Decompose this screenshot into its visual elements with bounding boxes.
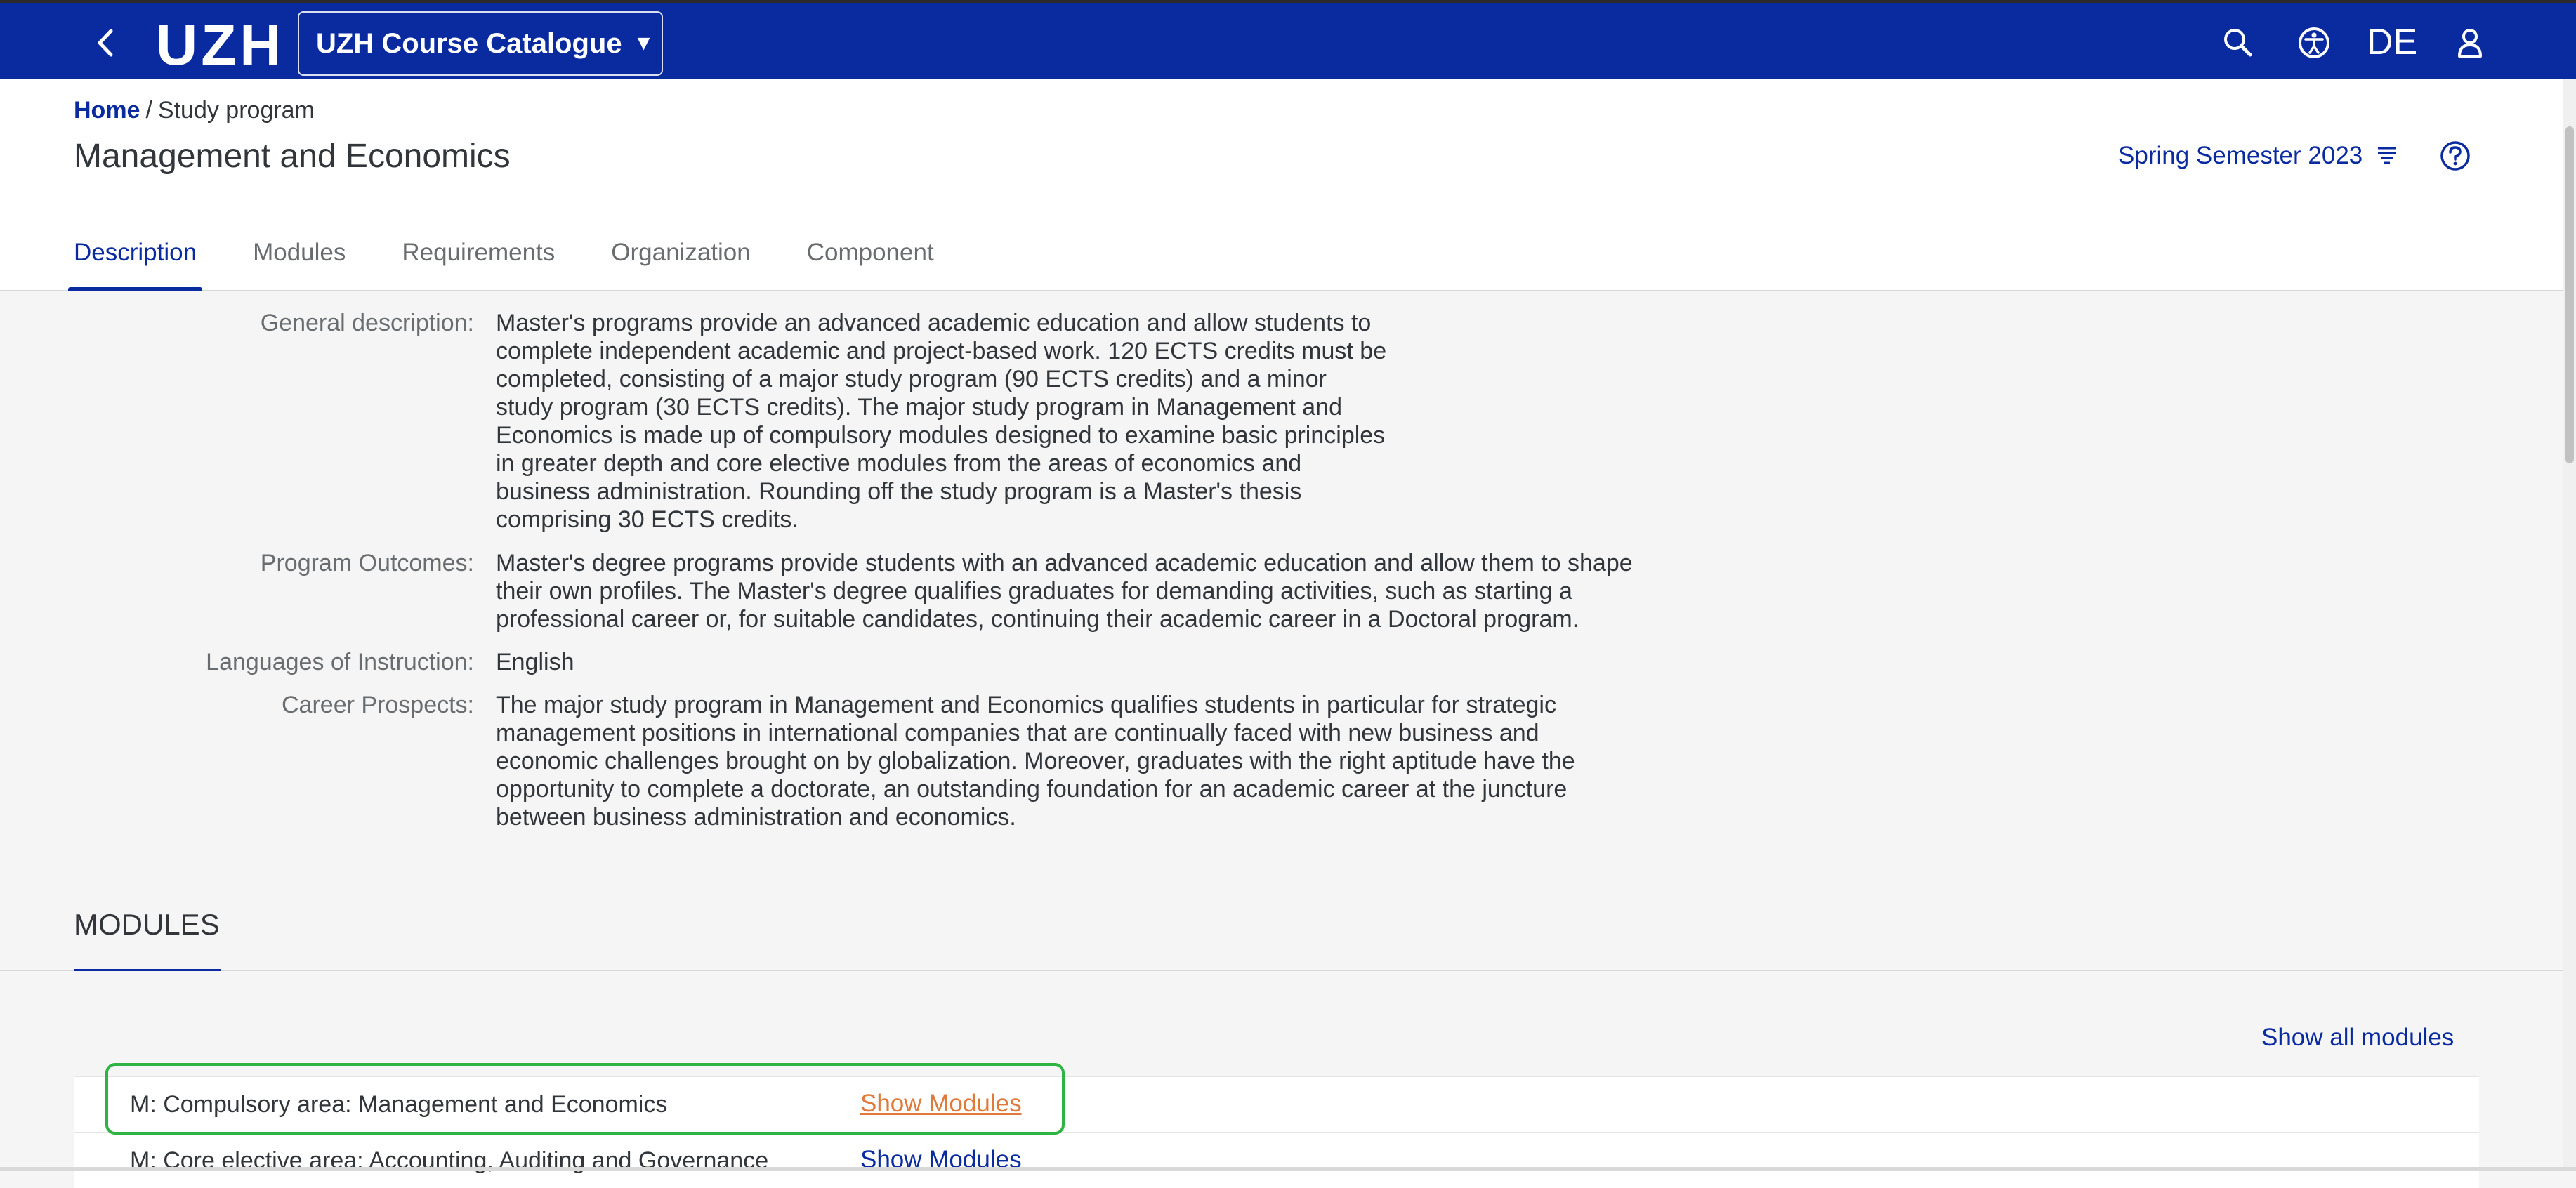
languages-label: Languages of Instruction:	[206, 649, 474, 675]
tab-bar: Description Modules Requirements Organiz…	[67, 239, 990, 291]
program-outcomes-text: Master's degree programs provide student…	[496, 550, 1633, 633]
general-description-label: General description:	[260, 310, 474, 336]
search-icon[interactable]	[2219, 24, 2257, 62]
career-prospects-text: The major study program in Management an…	[496, 692, 1575, 831]
catalogue-label: UZH Course Catalogue	[316, 27, 622, 59]
semester-label: Spring Semester 2023	[2118, 142, 2363, 169]
breadcrumb: Home / Study program	[74, 97, 315, 124]
breadcrumb-current: Study program	[157, 97, 315, 124]
help-icon[interactable]	[2438, 139, 2472, 173]
breadcrumb-separator: /	[145, 97, 152, 124]
language-switch[interactable]: DE	[2367, 21, 2417, 63]
tab-organization[interactable]: Organization	[611, 239, 750, 291]
section-divider	[0, 970, 2563, 971]
user-icon[interactable]	[2451, 24, 2489, 62]
modules-heading: MODULES	[74, 908, 220, 941]
tab-modules[interactable]: Modules	[253, 239, 346, 291]
modules-heading-underline	[74, 969, 221, 971]
program-outcomes-label: Program Outcomes:	[260, 550, 474, 576]
chevron-left-icon[interactable]	[91, 25, 119, 60]
semester-selector[interactable]: Spring Semester 2023	[2118, 142, 2398, 170]
accessibility-icon[interactable]	[2295, 24, 2333, 62]
tab-description[interactable]: Description	[67, 239, 203, 291]
course-catalogue-dropdown[interactable]: UZH Course Catalogue ▼	[298, 11, 663, 76]
caret-down-icon: ▼	[633, 32, 655, 55]
tab-requirements[interactable]: Requirements	[402, 239, 555, 291]
page-title: Management and Economics	[74, 138, 511, 175]
general-description-text: Master's programs provide an advanced ac…	[496, 310, 1387, 533]
top-navigation-bar: UZH UZH Course Catalogue ▼ DE	[0, 0, 2576, 79]
bottom-edge	[0, 1167, 2576, 1171]
filter-icon	[2378, 147, 2397, 164]
breadcrumb-home-link[interactable]: Home	[74, 97, 140, 124]
table-row: M: Core elective area: Accounting, Audit…	[74, 1132, 2479, 1188]
career-prospects-label: Career Prospects:	[282, 692, 474, 718]
scrollbar-thumb[interactable]	[2565, 126, 2574, 463]
tab-component[interactable]: Component	[807, 239, 934, 291]
uzh-logo[interactable]: UZH	[156, 14, 285, 77]
languages-text: English	[496, 649, 574, 675]
show-all-modules-link[interactable]: Show all modules	[2261, 1024, 2454, 1052]
highlight-box	[105, 1063, 1065, 1135]
